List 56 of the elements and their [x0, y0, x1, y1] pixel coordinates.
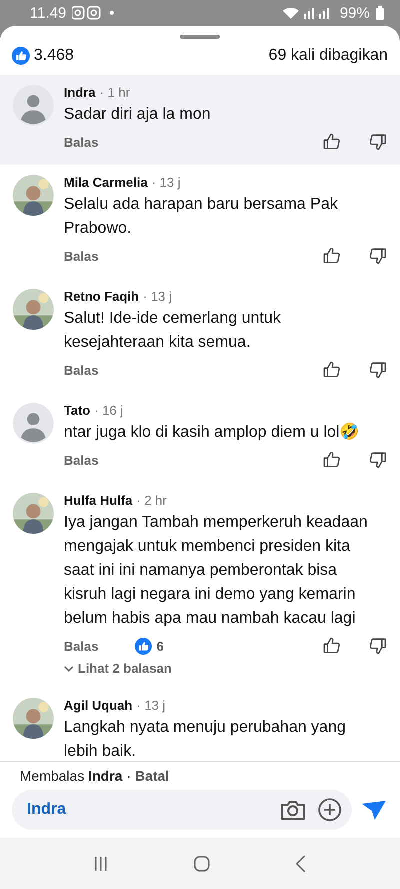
comment-text: Salut! Ide-ide cemerlang untuk kesejahteraan kita semua.	[64, 309, 282, 353]
comment-input[interactable]: Indra	[25, 800, 268, 820]
comment-text: Iya jangan Tambah memperkeruh keadaan mengajak untuk membenci presiden kita saat ini ini namanya pemberontak bisa kisruh lagi negara ini demo yang kemarin belum habis apa mau nambah kacau lagi	[64, 513, 369, 629]
comment-author[interactable]: Indra	[64, 85, 96, 101]
comment-author[interactable]: Mila Carmelia	[64, 175, 148, 191]
comment-text: Selalu ada harapan baru bersama Pak Prabowo.	[64, 195, 339, 239]
status-time: 11.49	[30, 4, 66, 22]
share-count[interactable]: 69 kali dibagikan	[268, 47, 388, 65]
recent-apps-icon[interactable]	[92, 856, 109, 872]
comment-author[interactable]: Retno Faqih	[64, 289, 140, 305]
default-avatar-icon[interactable]	[13, 85, 54, 126]
thumbs-up-icon[interactable]	[322, 246, 342, 266]
battery-level: 99%	[340, 4, 370, 22]
thumbs-down-icon[interactable]	[368, 360, 388, 380]
reply-link[interactable]: Balas	[64, 452, 99, 468]
thumbs-down-icon[interactable]	[368, 246, 388, 266]
back-icon[interactable]	[295, 854, 308, 872]
thumbs-up-icon[interactable]	[322, 636, 342, 656]
reply-link[interactable]: Balas	[64, 638, 99, 654]
comment-text: Langkah nyata menuju perubahan yang lebih baik.	[64, 718, 347, 761]
comment-time: · 16 j	[94, 403, 124, 419]
add-icon[interactable]	[318, 798, 342, 822]
reply-link[interactable]: Balas	[64, 248, 99, 264]
reaction-count[interactable]: 6	[156, 638, 164, 654]
camera-icon[interactable]	[280, 799, 306, 821]
like-count[interactable]: 3.468	[34, 47, 74, 65]
chevron-down-icon	[64, 666, 74, 672]
thumbs-down-icon[interactable]	[368, 636, 388, 656]
comment-author[interactable]: Agil Uquah	[64, 698, 133, 714]
comment-time: · 13 j	[136, 698, 166, 714]
comment-time: · 1 hr	[100, 85, 130, 101]
thumbs-down-icon[interactable]	[368, 450, 388, 470]
comment-author[interactable]: Tato	[64, 403, 90, 419]
like-reaction-icon	[12, 47, 30, 65]
send-icon[interactable]	[360, 798, 388, 822]
thumbs-up-icon[interactable]	[322, 450, 342, 470]
thumbs-up-icon[interactable]	[322, 132, 342, 152]
drag-handle[interactable]	[180, 35, 220, 39]
view-replies-link[interactable]: Lihat 2 balasan	[64, 661, 172, 676]
thumbs-down-icon[interactable]	[368, 132, 388, 152]
reply-link[interactable]: Balas	[64, 134, 99, 150]
battery-icon	[376, 6, 384, 20]
reply-link[interactable]: Balas	[64, 362, 99, 378]
comment-text: ntar juga klo di kasih amplop diem u lol🤣	[64, 422, 361, 443]
comment-time: · 13 j	[152, 175, 181, 191]
comment-time: · 2 hr	[136, 493, 167, 509]
thumbs-up-icon[interactable]	[322, 360, 342, 380]
default-avatar-icon[interactable]	[13, 403, 54, 444]
home-icon[interactable]	[194, 856, 210, 872]
comment-field[interactable]: Indra	[12, 790, 352, 830]
comment-time: · 13 j	[143, 289, 172, 305]
like-reaction-icon	[134, 638, 152, 654]
notification-icon	[72, 6, 116, 20]
replying-to-text: Membalas Indra · Batal	[20, 768, 170, 784]
comment-author[interactable]: Hulfa Hulfa	[64, 493, 133, 509]
comment-text: Sadar diri aja la mon	[64, 105, 212, 125]
